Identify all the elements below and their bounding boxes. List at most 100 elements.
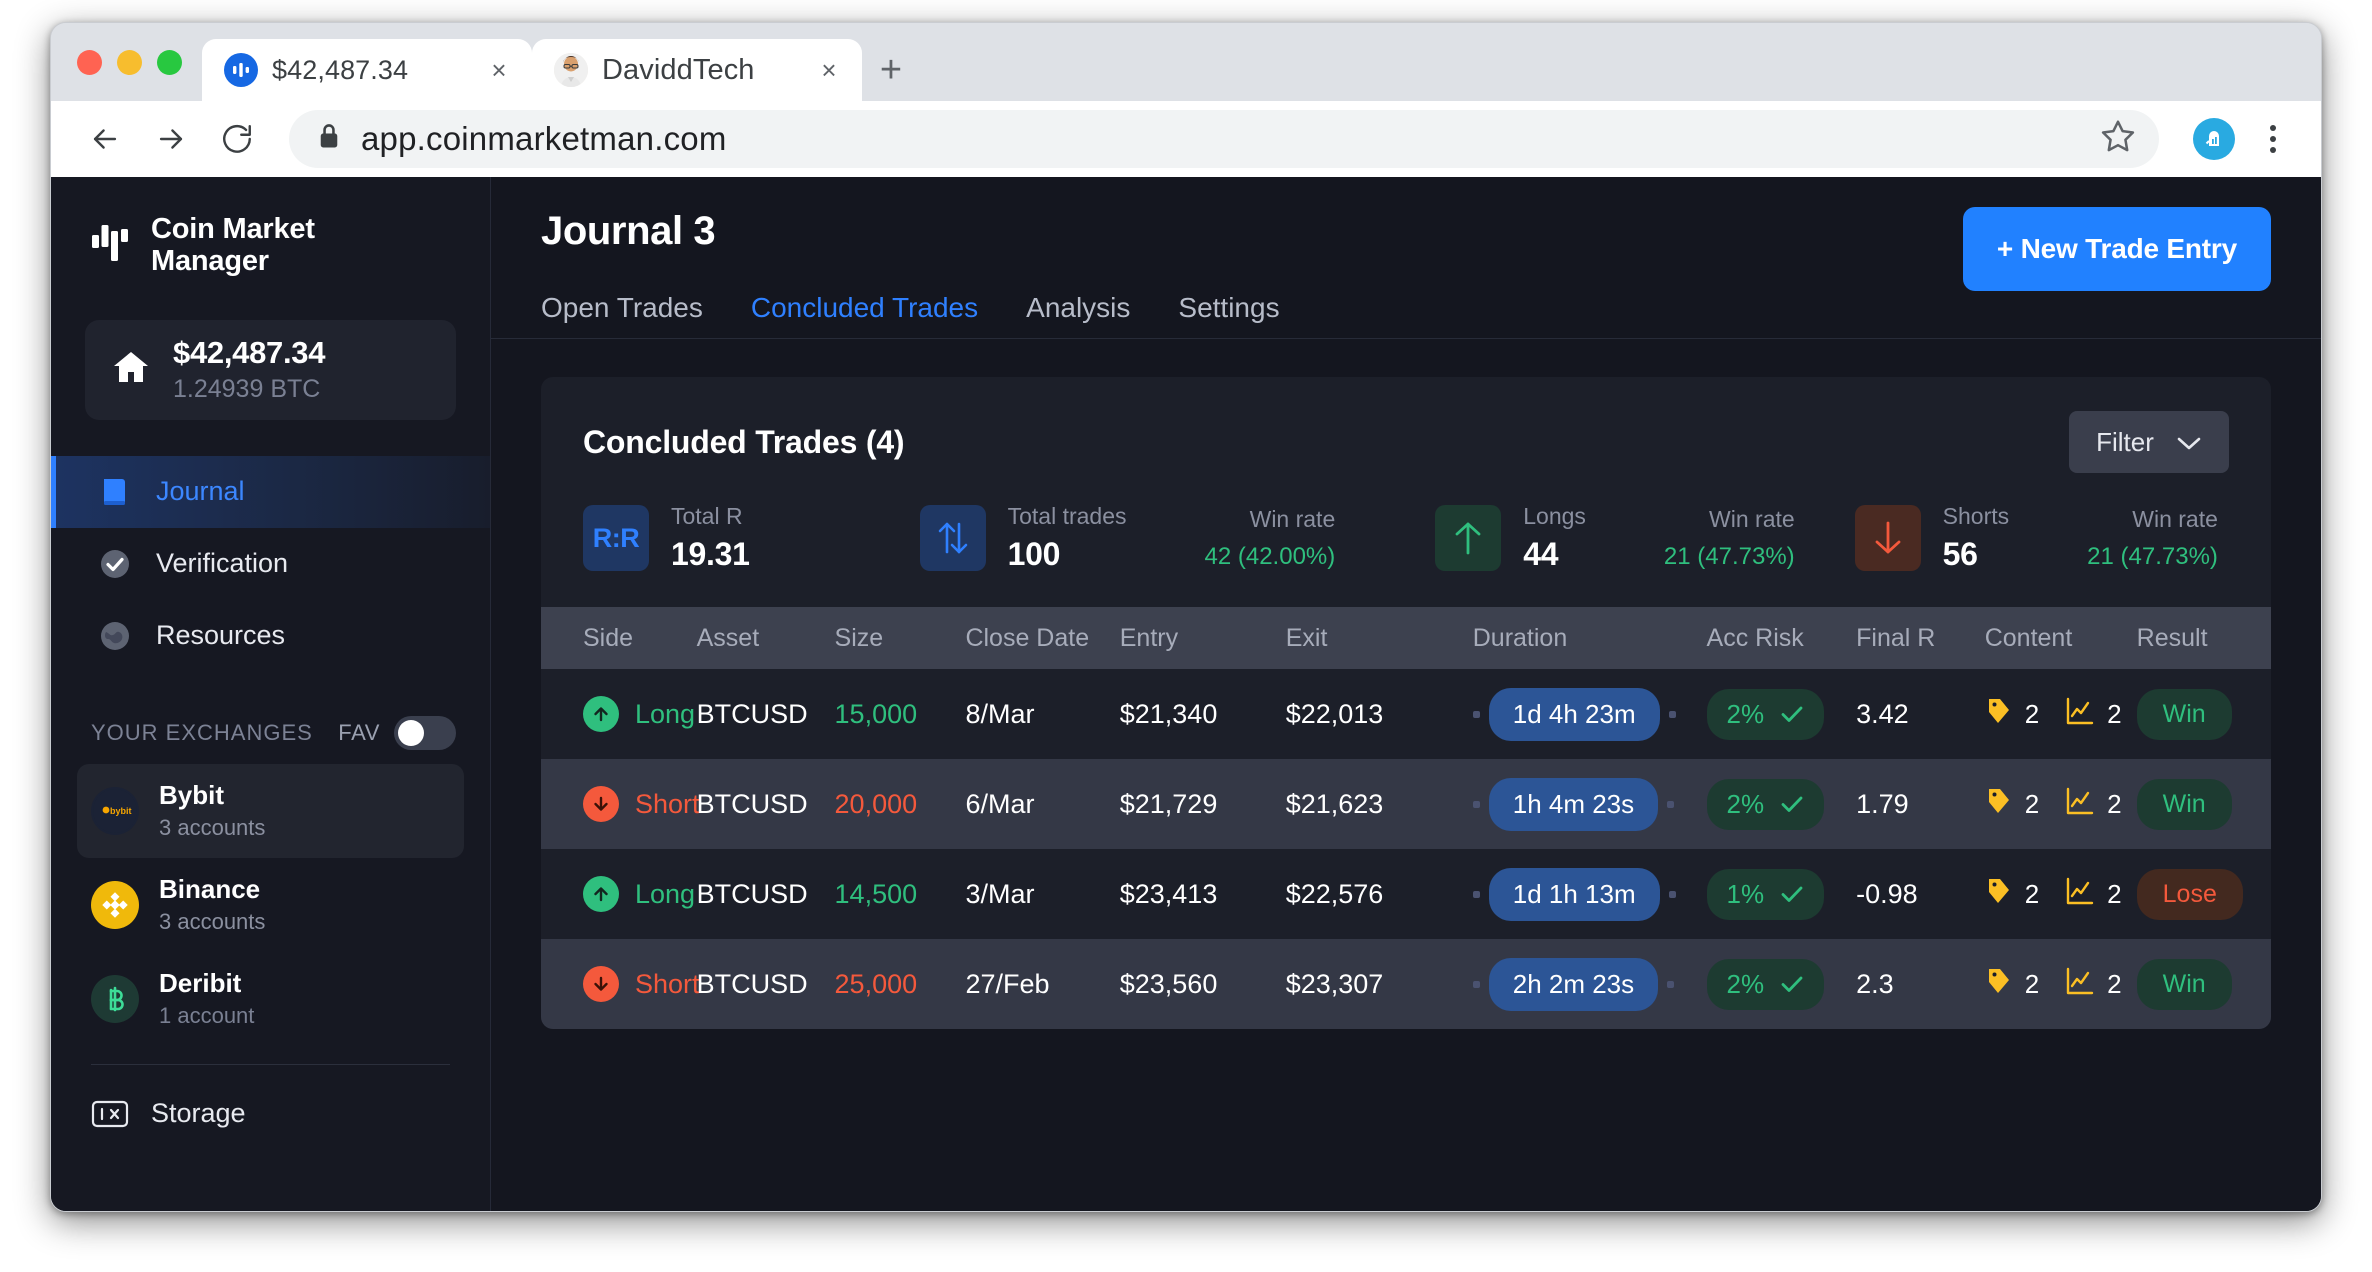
- cell-entry: $23,560: [1119, 968, 1218, 999]
- duration-pill: 1h 4m 23s: [1488, 777, 1659, 831]
- tag-icon[interactable]: [1985, 786, 2013, 823]
- column-entry[interactable]: Entry: [1113, 607, 1280, 669]
- exchange-deribit-name: Deribit: [159, 968, 242, 999]
- card-header: Concluded Trades (4) Filter: [541, 377, 2271, 473]
- fav-toggle[interactable]: [394, 715, 456, 750]
- column-final-r[interactable]: Final R: [1850, 607, 1979, 669]
- url-text: app.coinmarketman.com: [361, 119, 727, 157]
- cell-acc-risk: 2%: [1701, 939, 1851, 1029]
- column-result[interactable]: Result: [2130, 607, 2271, 669]
- tab-settings[interactable]: Settings: [1178, 292, 1279, 338]
- chart-icon[interactable]: [2065, 697, 2095, 732]
- close-window-button[interactable]: [77, 49, 102, 75]
- globe-icon: [96, 617, 134, 655]
- check-icon: [1780, 699, 1804, 730]
- stat-total-trades-label: Total trades: [1007, 503, 1127, 529]
- tag-icon[interactable]: [1985, 966, 2013, 1003]
- table-row[interactable]: Short BTCUSD 20,000 6/Mar $21,729 $21,623 1h 4…: [541, 759, 2271, 849]
- tag-icon[interactable]: [1985, 696, 2013, 733]
- duration-pill: 2h 2m 23s: [1488, 957, 1659, 1011]
- column-size[interactable]: Size: [828, 607, 960, 669]
- close-tab-2-button[interactable]: ×: [812, 53, 846, 87]
- rr-icon-text: R:R: [592, 522, 640, 553]
- table-row[interactable]: Short BTCUSD 25,000 27/Feb $23,560 $23,307 2h …: [541, 939, 2271, 1029]
- tag-icon[interactable]: [1985, 876, 2013, 913]
- bookmark-star-icon[interactable]: [2099, 117, 2137, 160]
- balance-values: $42,487.34 1.24939 BTC: [173, 335, 325, 404]
- cell-exit: $21,623: [1285, 788, 1384, 819]
- cell-result: Win: [2131, 669, 2271, 759]
- sidebar-item-verification[interactable]: Verification: [51, 528, 490, 600]
- sidebar-item-resources[interactable]: Resources: [51, 600, 490, 672]
- column-acc-risk[interactable]: Acc Risk: [1700, 607, 1851, 669]
- exchange-item-deribit[interactable]: Deribit 1 account: [77, 952, 464, 1046]
- duration-end-marker: [1667, 980, 1675, 988]
- cell-asset: BTCUSD: [696, 878, 808, 909]
- new-trade-entry-button[interactable]: + New Trade Entry: [1962, 207, 2271, 291]
- app-logo[interactable]: Coin Market Manager: [51, 213, 490, 278]
- extension-icon[interactable]: [2193, 117, 2235, 160]
- duration-end-marker: [1668, 890, 1676, 898]
- balance-card[interactable]: $42,487.34 1.24939 BTC: [85, 319, 456, 420]
- side-label: Short: [635, 788, 700, 819]
- app-logo-text: Coin Market Manager: [151, 213, 315, 278]
- cell-duration: 1d 4h 23m: [1467, 669, 1701, 759]
- maximize-window-button[interactable]: [157, 49, 182, 75]
- tab-open-trades[interactable]: Open Trades: [541, 292, 703, 338]
- cell-entry: $21,340: [1119, 698, 1218, 729]
- sidebar: Coin Market Manager $42,487.34 1.24939 B…: [51, 177, 491, 1211]
- stat-total-trades: Total trades 100 Win rate 42 (42.00%): [919, 503, 1336, 573]
- exchange-item-bybit[interactable]: bybit Bybit 3 accounts: [77, 763, 464, 858]
- cell-result: Lose: [2131, 849, 2271, 939]
- cell-exit: $23,307: [1285, 968, 1384, 999]
- lock-icon: [317, 122, 341, 155]
- forward-arrow-icon[interactable]: [143, 111, 199, 167]
- back-arrow-icon[interactable]: [77, 111, 133, 167]
- stat-longs: Longs 44 Win rate 21 (47.73%): [1435, 503, 1795, 573]
- cell-content: 22: [1979, 669, 2131, 759]
- filter-button[interactable]: Filter: [2069, 411, 2229, 473]
- tab-analysis[interactable]: Analysis: [1026, 292, 1130, 338]
- stat-shorts-winrate-value: 21 (47.73%): [2087, 542, 2218, 570]
- sidebar-item-journal[interactable]: Journal: [51, 455, 490, 528]
- new-tab-button[interactable]: +: [862, 39, 920, 101]
- tab-concluded-trades[interactable]: Concluded Trades: [751, 292, 978, 338]
- check-circle-icon: [96, 545, 134, 583]
- browser-tab-1[interactable]: $42,487.34 ×: [202, 39, 532, 101]
- kebab-menu-icon[interactable]: [2251, 111, 2295, 167]
- cell-duration: 2h 2m 23s: [1467, 939, 1701, 1029]
- svg-text:bybit: bybit: [110, 806, 132, 816]
- sidebar-item-storage[interactable]: Storage: [51, 1071, 490, 1157]
- fav-label: FAV: [338, 719, 380, 745]
- column-duration[interactable]: Duration: [1466, 607, 1701, 669]
- reload-icon[interactable]: [209, 111, 265, 167]
- stat-longs-text: Longs 44: [1523, 503, 1586, 573]
- table-row[interactable]: Long BTCUSD 14,500 3/Mar $23,413 $22,576 1d 1h…: [541, 849, 2271, 939]
- column-side[interactable]: Side: [541, 607, 691, 669]
- minimize-window-button[interactable]: [117, 49, 142, 75]
- column-asset[interactable]: Asset: [690, 607, 829, 669]
- stat-total-trades-winrate-value: 42 (42.00%): [1204, 542, 1336, 570]
- cell-asset: BTCUSD: [696, 698, 808, 729]
- close-tab-1-button[interactable]: ×: [482, 53, 516, 87]
- table-row[interactable]: Long BTCUSD 15,000 8/Mar $21,340 $22,013 1d 4h…: [541, 669, 2271, 759]
- duration-end-marker: [1667, 800, 1675, 808]
- column-close-date[interactable]: Close Date: [959, 607, 1114, 669]
- stat-shorts-winrate-label: Win rate: [2132, 505, 2218, 532]
- exchange-deribit-text: Deribit 1 account: [159, 968, 254, 1029]
- column-exit[interactable]: Exit: [1279, 607, 1467, 669]
- candlestick-logo-icon: [91, 221, 131, 270]
- address-bar[interactable]: app.coinmarketman.com: [289, 109, 2159, 168]
- bybit-icon: bybit: [91, 786, 139, 835]
- browser-tab-2[interactable]: DaviddTech ×: [532, 39, 862, 101]
- side-label: Long: [635, 878, 696, 909]
- duration-bar: 1d 1h 13m: [1472, 867, 1695, 921]
- chart-icon[interactable]: [2065, 877, 2095, 912]
- column-content[interactable]: Content: [1978, 607, 2131, 669]
- chart-count: 2: [2107, 878, 2122, 909]
- exchange-item-binance[interactable]: Binance 3 accounts: [77, 858, 464, 952]
- exchanges-list: bybit Bybit 3 accounts Binance 3 account…: [51, 763, 490, 1046]
- exchange-binance-name: Binance: [159, 874, 261, 905]
- chart-icon[interactable]: [2065, 787, 2095, 822]
- chart-icon[interactable]: [2065, 967, 2095, 1002]
